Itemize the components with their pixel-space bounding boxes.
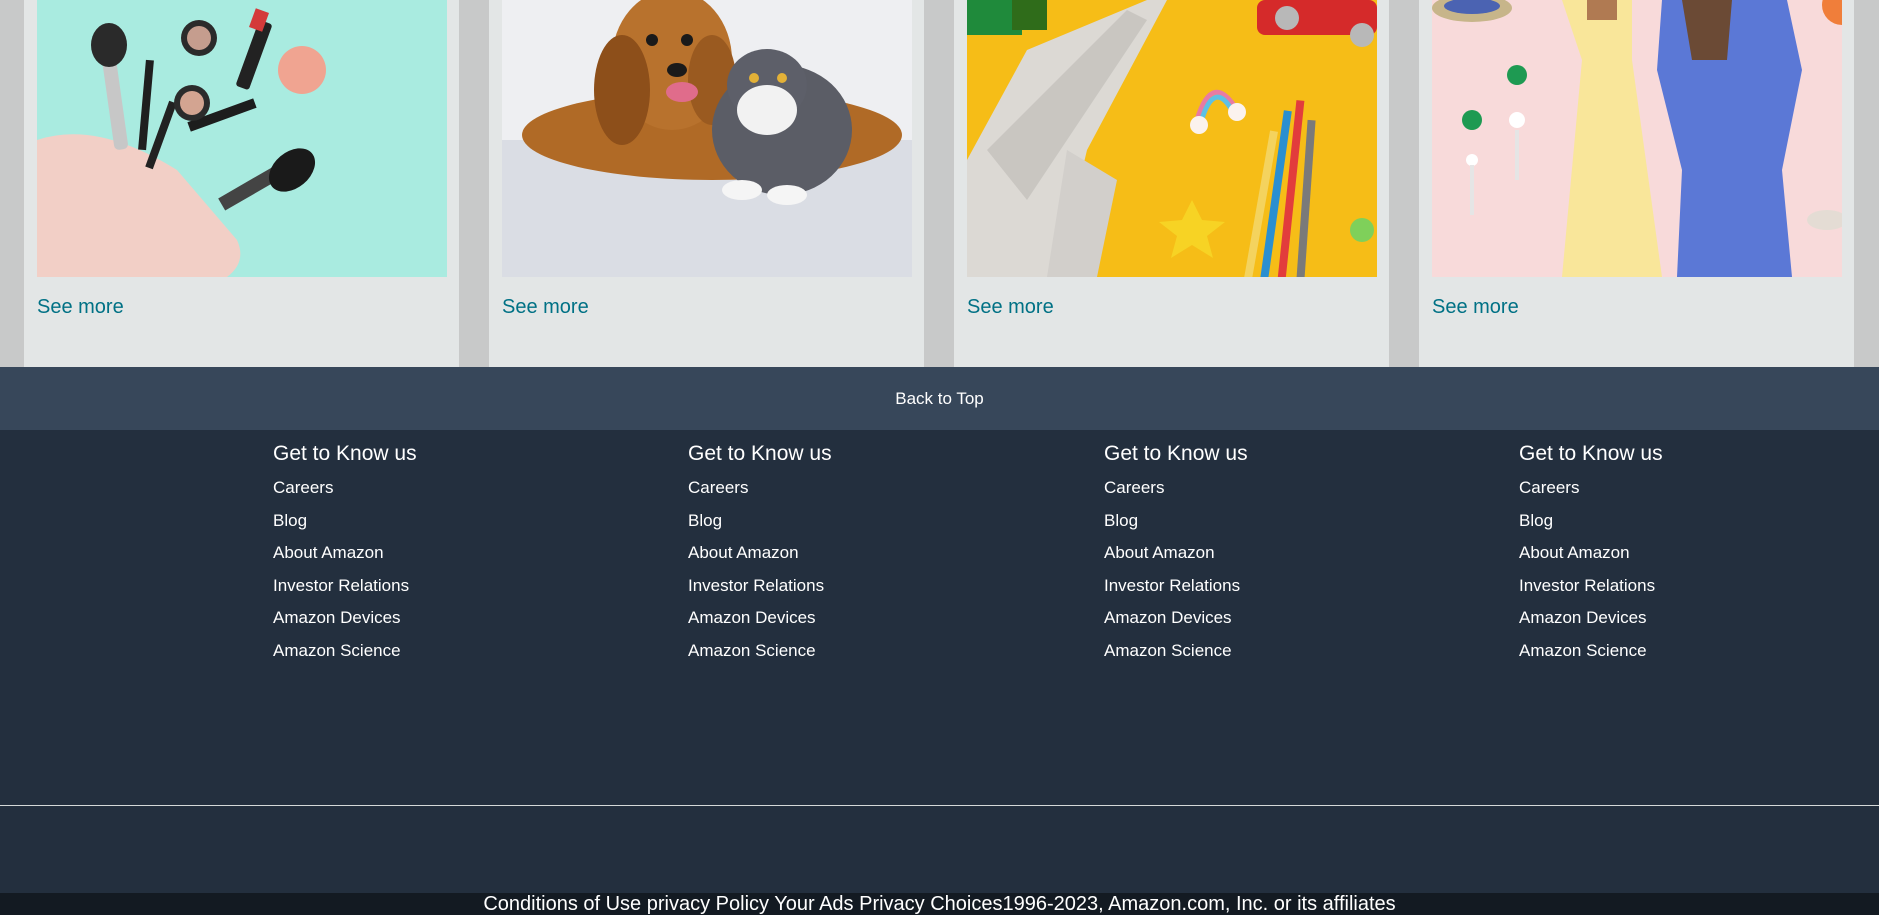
footer-link-amazon-devices[interactable]: Amazon Devices (273, 602, 573, 635)
see-more-link[interactable]: See more (37, 296, 124, 319)
back-to-top-button[interactable]: Back to Top (0, 367, 1879, 430)
footer-link-about-amazon[interactable]: About Amazon (1519, 537, 1819, 570)
footer-link-amazon-science[interactable]: Amazon Science (273, 635, 573, 668)
footer-link-investor-relations[interactable]: Investor Relations (273, 570, 573, 603)
privacy-policy-link[interactable]: privacy Policy (647, 893, 769, 915)
dog-and-cat-image[interactable] (502, 0, 912, 277)
footer-link-careers[interactable]: Careers (273, 472, 573, 505)
footer-link-amazon-science[interactable]: Amazon Science (688, 635, 988, 668)
footer-link-about-amazon[interactable]: About Amazon (1104, 537, 1404, 570)
footer-link-about-amazon[interactable]: About Amazon (688, 537, 988, 570)
footer-column-heading: Get to Know us (1519, 442, 1663, 465)
footer-link-amazon-devices[interactable]: Amazon Devices (688, 602, 988, 635)
category-card: See more (24, 0, 459, 367)
footer-divider (0, 805, 1879, 806)
toys-and-pencils-image[interactable] (967, 0, 1377, 277)
footer-link-careers[interactable]: Careers (1104, 472, 1404, 505)
category-card: See more (489, 0, 924, 367)
ads-privacy-choices-link[interactable]: Your Ads Privacy Choices (774, 893, 1002, 915)
footer: Get to Know us Careers Blog About Amazon… (0, 430, 1879, 894)
footer-link-blog[interactable]: Blog (1104, 505, 1404, 538)
see-more-link[interactable]: See more (502, 296, 589, 319)
footer-link-careers[interactable]: Careers (1519, 472, 1819, 505)
footer-link-about-amazon[interactable]: About Amazon (273, 537, 573, 570)
footer-link-blog[interactable]: Blog (1519, 505, 1819, 538)
footer-link-amazon-devices[interactable]: Amazon Devices (1519, 602, 1819, 635)
conditions-of-use-link[interactable]: Conditions of Use (483, 893, 641, 915)
footer-link-investor-relations[interactable]: Investor Relations (1104, 570, 1404, 603)
category-cards-section: See more See more See more See more (0, 0, 1879, 367)
footer-column: Get to Know us Careers Blog About Amazon… (1519, 440, 1819, 667)
footer-link-amazon-science[interactable]: Amazon Science (1519, 635, 1819, 668)
footer-column-heading: Get to Know us (688, 442, 832, 465)
footer-link-amazon-devices[interactable]: Amazon Devices (1104, 602, 1404, 635)
copyright-text: 1996-2023, Amazon.com, Inc. or its affil… (1002, 893, 1396, 915)
footer-link-careers[interactable]: Careers (688, 472, 988, 505)
category-card: See more (954, 0, 1389, 367)
footer-link-investor-relations[interactable]: Investor Relations (1519, 570, 1819, 603)
see-more-link[interactable]: See more (1432, 296, 1519, 319)
footer-column-heading: Get to Know us (273, 442, 417, 465)
footer-column-heading: Get to Know us (1104, 442, 1248, 465)
makeup-brushes-image[interactable] (37, 0, 447, 277)
fashion-outfits-image[interactable] (1432, 0, 1842, 277)
footer-column: Get to Know us Careers Blog About Amazon… (273, 440, 573, 667)
footer-column: Get to Know us Careers Blog About Amazon… (688, 440, 988, 667)
see-more-link[interactable]: See more (967, 296, 1054, 319)
footer-link-investor-relations[interactable]: Investor Relations (688, 570, 988, 603)
footer-column: Get to Know us Careers Blog About Amazon… (1104, 440, 1404, 667)
footer-link-blog[interactable]: Blog (688, 505, 988, 538)
legal-bar: Conditions of Use privacy Policy Your Ad… (0, 893, 1879, 915)
category-card: See more (1419, 0, 1854, 367)
footer-link-blog[interactable]: Blog (273, 505, 573, 538)
footer-link-amazon-science[interactable]: Amazon Science (1104, 635, 1404, 668)
